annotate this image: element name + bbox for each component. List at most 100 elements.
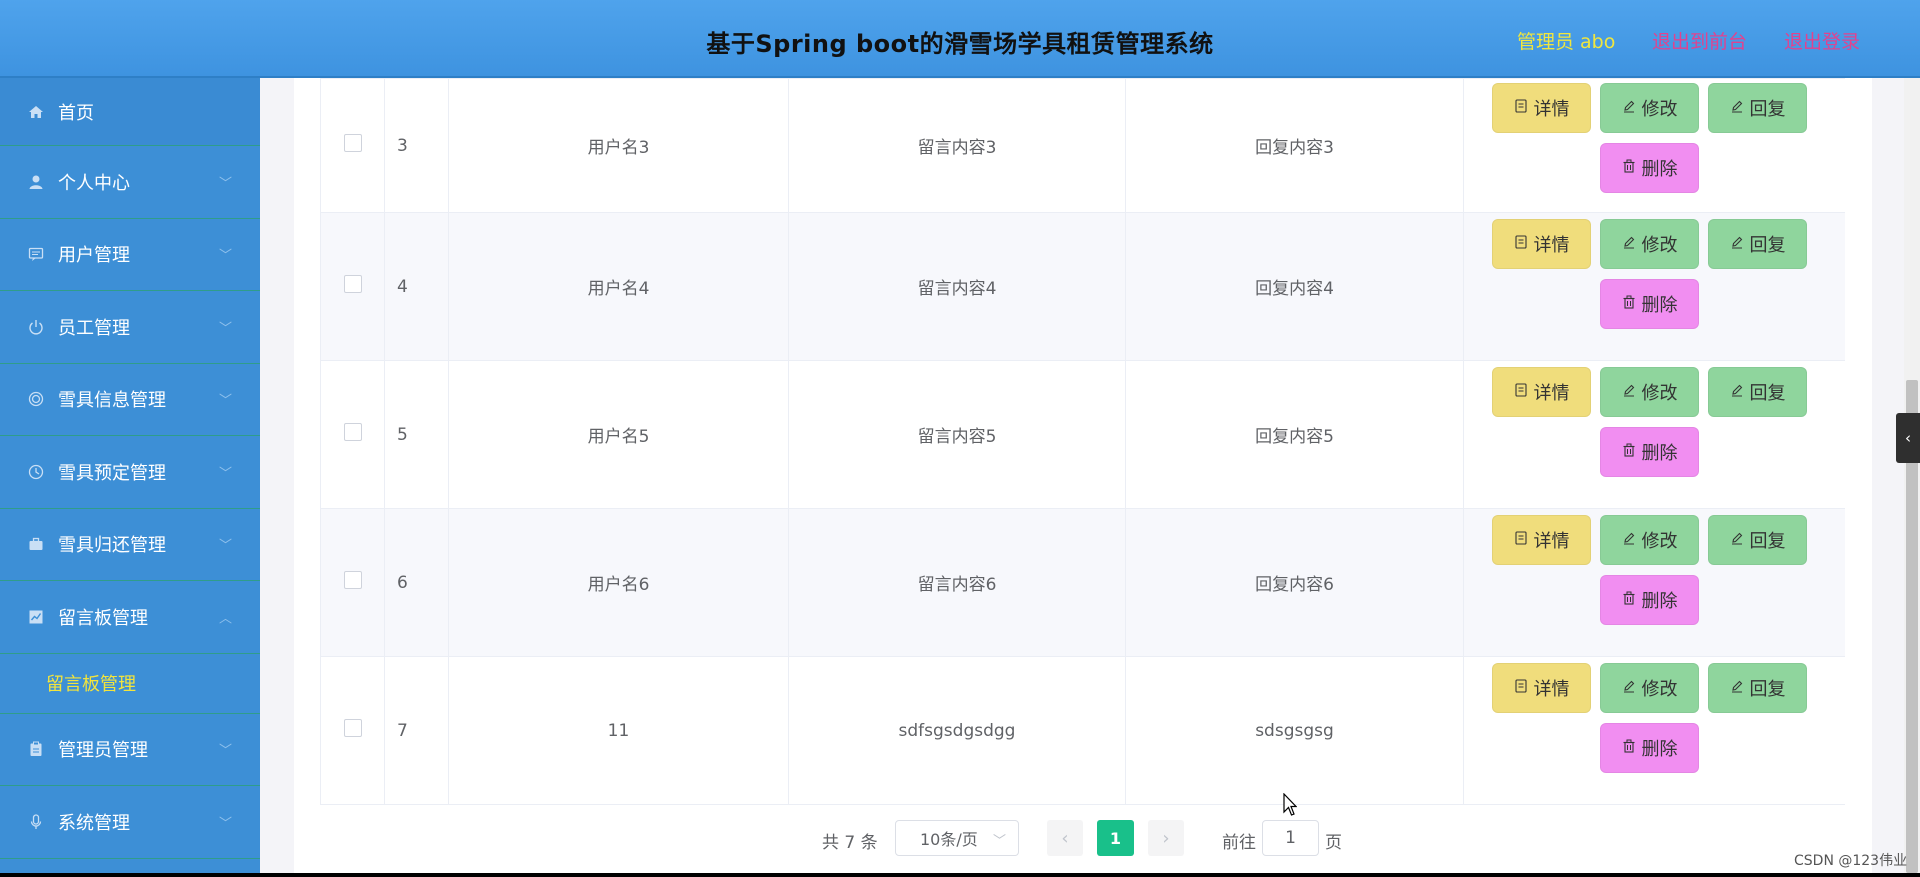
side-panel-toggle[interactable]: ‹	[1896, 413, 1920, 463]
sidebar-item-staff-management[interactable]: 员工管理 ﹀	[0, 291, 260, 364]
sidebar-item-user-management[interactable]: 用户管理 ﹀	[0, 218, 260, 291]
chevron-up-icon: ︿	[218, 611, 232, 627]
edit-button[interactable]: 修改	[1600, 219, 1699, 269]
delete-button[interactable]: 删除	[1600, 143, 1699, 193]
content-panel: 3 用户名3 留言内容3 回复内容3 详情 修改 回复 删除 4 用户名4 留言内容4 回复内容4 详情…	[294, 78, 1872, 873]
row-message: 留言内容6	[788, 508, 1126, 657]
sidebar-item-label: 雪具信息管理	[58, 390, 166, 412]
sidebar-item-label: 个人中心	[58, 172, 130, 194]
trash-icon	[1622, 159, 1636, 177]
row-index: 7	[384, 656, 449, 805]
delete-button[interactable]: 删除	[1600, 279, 1699, 329]
row-username: 用户名6	[448, 508, 789, 657]
chevron-down-icon: ﹀	[218, 393, 232, 409]
delete-button[interactable]: 删除	[1600, 575, 1699, 625]
top-header: 基于Spring boot的滑雪场学具租赁管理系统 管理员 abo 退出到前台 …	[0, 0, 1920, 78]
row-message: 留言内容3	[788, 78, 1126, 213]
detail-button-label: 详情	[1533, 383, 1570, 404]
next-page-button[interactable]: ›	[1148, 820, 1184, 856]
sidebar-item-label: 首页	[58, 102, 94, 124]
edit-button-label: 修改	[1641, 531, 1678, 552]
detail-button[interactable]: 详情	[1492, 83, 1591, 133]
page-number-current[interactable]: 1	[1097, 820, 1134, 856]
row-index: 4	[384, 212, 449, 361]
sidebar-item-message-board[interactable]: 留言板管理 ︿	[0, 581, 260, 654]
trash-icon	[1622, 295, 1636, 313]
row-index: 3	[384, 78, 449, 213]
reply-button-label: 回复	[1749, 679, 1786, 700]
bottom-bar	[0, 873, 1920, 877]
row-checkbox[interactable]	[343, 719, 362, 737]
row-reply: 回复内容5	[1125, 360, 1464, 509]
chevron-left-icon: ‹	[1905, 429, 1911, 447]
edit-button-label: 修改	[1641, 679, 1678, 700]
detail-button[interactable]: 详情	[1492, 515, 1591, 565]
reply-button[interactable]: 回复	[1708, 83, 1807, 133]
reply-button[interactable]: 回复	[1708, 663, 1807, 713]
row-username: 用户名3	[448, 78, 789, 213]
reply-button[interactable]: 回复	[1708, 219, 1807, 269]
delete-button-label: 删除	[1641, 295, 1678, 316]
edit-button[interactable]: 修改	[1600, 515, 1699, 565]
page-size-select[interactable]: 10条/页 ﹀	[895, 820, 1019, 856]
delete-button-label: 删除	[1641, 443, 1678, 464]
row-checkbox[interactable]	[343, 423, 362, 441]
edit-button[interactable]: 修改	[1600, 83, 1699, 133]
pagination-total: 共 7 条	[822, 833, 878, 853]
detail-button[interactable]: 详情	[1492, 663, 1591, 713]
document-icon	[1514, 99, 1528, 117]
chevron-down-icon: ﹀	[218, 248, 232, 264]
document-icon	[1514, 531, 1528, 549]
sidebar-item-equipment-info[interactable]: 雪具信息管理 ﹀	[0, 363, 260, 436]
pencil-icon	[1730, 235, 1744, 253]
row-actions: 详情 修改 回复删除	[1463, 508, 1845, 657]
chevron-down-icon: ﹀	[218, 176, 232, 192]
sidebar-item-equipment-return[interactable]: 雪具归还管理 ﹀	[0, 508, 260, 581]
reply-button[interactable]: 回复	[1708, 515, 1807, 565]
sidebar-item-equipment-booking[interactable]: 雪具预定管理 ﹀	[0, 436, 260, 509]
pencil-icon	[1730, 679, 1744, 697]
logout-link[interactable]: 退出登录	[1784, 27, 1860, 54]
edit-button-label: 修改	[1641, 383, 1678, 404]
table-row: 5 用户名5 留言内容5 回复内容5 详情 修改 回复 删除	[320, 360, 1845, 509]
goto-page-input[interactable]: 1	[1262, 820, 1319, 856]
chevron-left-icon: ‹	[1061, 827, 1069, 849]
row-checkbox[interactable]	[343, 275, 362, 293]
row-reply: sdsgsgsg	[1125, 656, 1464, 805]
sidebar: 首页 个人中心 ﹀ 用户管理 ﹀ 员工管理 ﹀ 雪具信息管理 ﹀ 雪具预定管理 …	[0, 78, 260, 873]
watermark: CSDN @123伟业	[1794, 853, 1908, 869]
row-actions: 详情 修改 回复 删除	[1463, 78, 1845, 213]
sidebar-item-label: 员工管理	[58, 317, 130, 339]
pencil-icon	[1622, 679, 1636, 697]
chevron-down-icon: ﹀	[218, 466, 232, 482]
chevron-down-icon: ﹀	[218, 743, 232, 759]
row-checkbox[interactable]	[343, 571, 362, 589]
sidebar-subitem-message-board[interactable]: 留言板管理	[0, 653, 260, 714]
reply-button-label: 回复	[1749, 235, 1786, 256]
sidebar-item-personal-center[interactable]: 个人中心 ﹀	[0, 146, 260, 219]
detail-button[interactable]: 详情	[1492, 219, 1591, 269]
exit-to-front-link[interactable]: 退出到前台	[1652, 27, 1747, 54]
reply-button-label: 回复	[1749, 531, 1786, 552]
row-reply: 回复内容4	[1125, 212, 1464, 361]
sidebar-item-label: 雪具归还管理	[58, 535, 166, 557]
edit-button[interactable]: 修改	[1600, 367, 1699, 417]
row-username: 用户名5	[448, 360, 789, 509]
row-checkbox[interactable]	[343, 134, 362, 152]
detail-button[interactable]: 详情	[1492, 367, 1591, 417]
clock-icon	[26, 462, 46, 482]
row-actions: 详情 修改 回复删除	[1463, 656, 1845, 805]
edit-button[interactable]: 修改	[1600, 663, 1699, 713]
pagination: 共 7 条 10条/页 ﹀ ‹ 1 › 前往 1 页	[0, 820, 1920, 856]
pencil-icon	[1730, 531, 1744, 549]
chevron-down-icon: ﹀	[218, 538, 232, 554]
delete-button[interactable]: 删除	[1600, 427, 1699, 477]
table-row: 6 用户名6 留言内容6 回复内容6 详情 修改 回复 删除	[320, 508, 1845, 657]
sidebar-item-label: 用户管理	[58, 245, 130, 267]
reply-button[interactable]: 回复	[1708, 367, 1807, 417]
row-message: 留言内容5	[788, 360, 1126, 509]
sidebar-item-admin-management[interactable]: 管理员管理 ﹀	[0, 713, 260, 786]
sidebar-item-home[interactable]: 首页	[0, 78, 260, 146]
delete-button[interactable]: 删除	[1600, 723, 1699, 773]
prev-page-button[interactable]: ‹	[1047, 820, 1083, 856]
